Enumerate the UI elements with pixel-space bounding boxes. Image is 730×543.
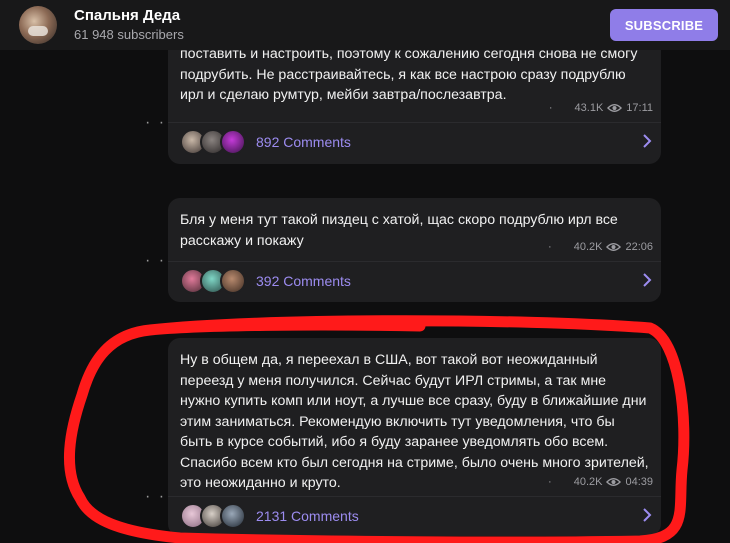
more-options-icon[interactable]: · · — [145, 114, 166, 132]
message-bubble: Ну в общем да, я переехал в США, вот так… — [168, 338, 661, 536]
channel-name[interactable]: Спальня Деда — [74, 7, 180, 24]
message-time: 17:11 — [626, 102, 653, 114]
more-options-icon[interactable]: · · — [145, 488, 166, 506]
message-time: 22:06 — [625, 241, 653, 253]
view-count: 43.1K — [574, 102, 604, 114]
channel-header: Спальня Деда 61 948 subscribers SUBSCRIB… — [0, 0, 730, 50]
message-meta: · 40.2K 04:39 — [548, 476, 653, 488]
view-count: 40.2K — [573, 241, 603, 253]
subscriber-count: 61 948 subscribers — [74, 27, 184, 42]
message-time: 04:39 — [625, 476, 653, 488]
message-text: поставить и настроить, поэтому к сожален… — [180, 46, 638, 103]
commenter-avatars — [180, 129, 250, 155]
commenter-avatars — [180, 503, 250, 529]
eye-icon — [607, 104, 623, 112]
comments-link[interactable]: 392 Comments — [168, 262, 661, 300]
message-meta: · 40.2K 22:06 — [548, 241, 653, 253]
more-options-icon[interactable]: · · — [145, 252, 166, 270]
message-bubble: Бля у меня тут такой пиздец с хатой, щас… — [168, 198, 661, 302]
chevron-right-icon[interactable] — [641, 273, 653, 287]
chevron-right-icon[interactable] — [641, 134, 653, 148]
commenter-avatars — [180, 268, 250, 294]
eye-icon — [606, 478, 622, 486]
eye-icon — [606, 243, 622, 251]
comments-count[interactable]: 892 Comments — [256, 134, 351, 150]
comments-count[interactable]: 392 Comments — [256, 273, 351, 289]
subscribe-button[interactable]: SUBSCRIBE — [610, 9, 718, 41]
comments-link[interactable]: 2131 Comments — [168, 497, 661, 535]
view-count: 40.2K — [573, 476, 603, 488]
message-text: Ну в общем да, я переехал в США, вот так… — [180, 352, 649, 491]
chevron-right-icon[interactable] — [641, 508, 653, 522]
comments-link[interactable]: 892 Comments — [168, 123, 661, 161]
message-meta: · 43.1K 17:11 — [548, 102, 653, 114]
channel-avatar[interactable] — [19, 6, 57, 44]
comments-count[interactable]: 2131 Comments — [256, 508, 359, 524]
